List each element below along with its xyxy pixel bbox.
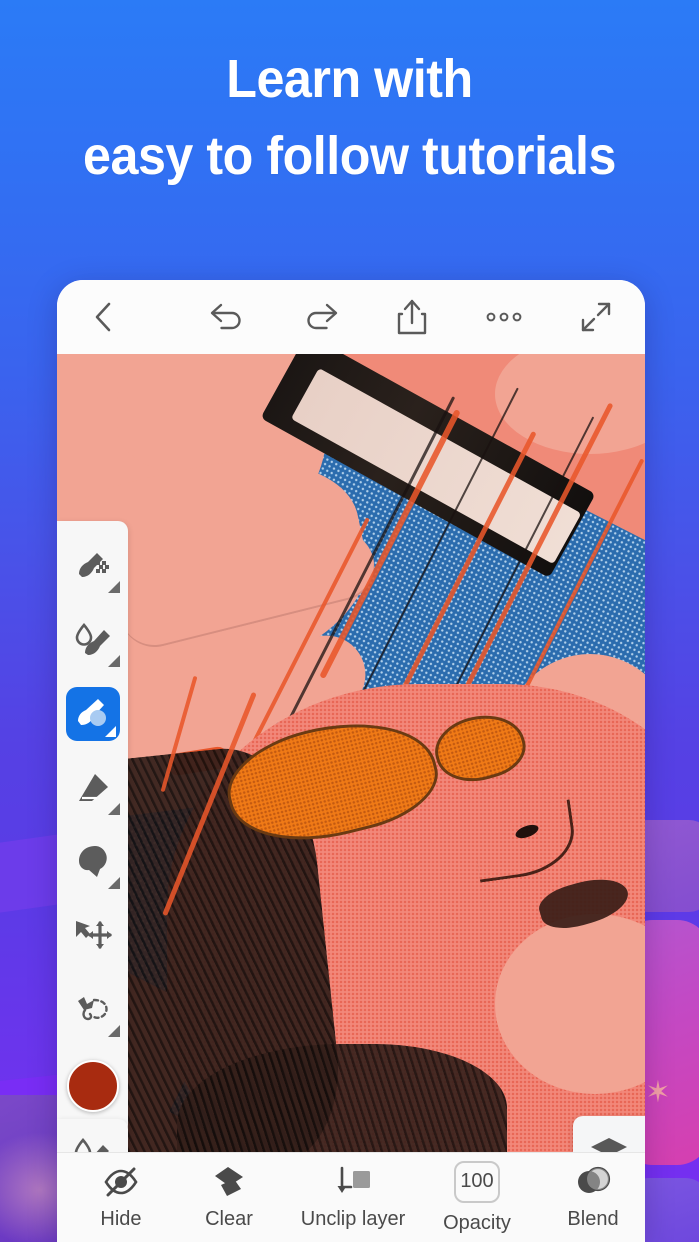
blend-button[interactable]: Blend	[539, 1153, 645, 1242]
tool-flyout-indicator	[108, 581, 120, 593]
artwork-illustration	[57, 354, 645, 1166]
opacity-value: 100	[460, 1170, 494, 1192]
tool-flyout-indicator	[108, 655, 120, 667]
active-color-swatch[interactable]	[57, 1047, 128, 1125]
blend-mode-icon	[578, 1166, 611, 1193]
eye-slash-icon	[104, 1167, 138, 1196]
pixel-brush-tool[interactable]	[57, 529, 128, 603]
more-options-icon[interactable]	[481, 294, 527, 340]
active-color-circle	[66, 1060, 119, 1112]
opacity-badge: 100	[454, 1160, 500, 1203]
selected-tool-chip	[65, 687, 120, 741]
clear-button[interactable]: Clear	[175, 1153, 283, 1242]
blend-label: Blend	[567, 1207, 619, 1230]
art-skin-cloud-right	[495, 354, 645, 454]
undo-icon[interactable]	[205, 294, 251, 340]
paint-brush-tool[interactable]	[57, 677, 128, 751]
opacity-label: Opacity	[443, 1211, 511, 1234]
layer-actions-toolbar: Hide Clear Unclip layer 100 Opacity Blen…	[57, 1152, 645, 1242]
eraser-tool[interactable]	[57, 751, 128, 825]
sparkle-icon: ✶	[645, 1076, 671, 1109]
phone-mockup: Hide Clear Unclip layer 100 Opacity Blen…	[57, 280, 645, 1242]
toolbar-actions	[205, 294, 619, 340]
watercolor-brush-tool[interactable]	[57, 603, 128, 677]
fullscreen-expand-icon[interactable]	[573, 294, 619, 340]
lasso-select-tool[interactable]	[57, 973, 128, 1047]
unclip-layer-label: Unclip layer	[300, 1207, 406, 1230]
tool-flyout-indicator	[108, 877, 120, 889]
hide-label: Hide	[100, 1207, 142, 1230]
redo-icon[interactable]	[297, 294, 343, 340]
tool-flyout-indicator	[108, 803, 120, 815]
tool-palette[interactable]	[57, 521, 128, 1135]
clear-layer-icon	[215, 1166, 243, 1196]
clear-label: Clear	[205, 1207, 253, 1230]
hide-button[interactable]: Hide	[67, 1153, 175, 1242]
smudge-tool[interactable]	[57, 825, 128, 899]
opacity-button[interactable]: 100 Opacity	[423, 1153, 531, 1242]
unclip-layer-button[interactable]: Unclip layer	[283, 1153, 423, 1242]
headline: Learn with easy to follow tutorials	[0, 49, 699, 187]
tool-flyout-indicator	[108, 1025, 120, 1037]
tool-flyout-indicator	[104, 726, 116, 737]
app-toolbar	[57, 280, 645, 354]
drawing-canvas[interactable]	[57, 354, 645, 1166]
headline-line-2: easy to follow tutorials	[83, 126, 616, 187]
headline-line-1: Learn with	[226, 49, 473, 109]
share-export-icon[interactable]	[389, 294, 435, 340]
transform-tool[interactable]	[57, 899, 128, 973]
unclip-layer-icon	[337, 1166, 370, 1193]
back-chevron-icon[interactable]	[83, 297, 123, 337]
